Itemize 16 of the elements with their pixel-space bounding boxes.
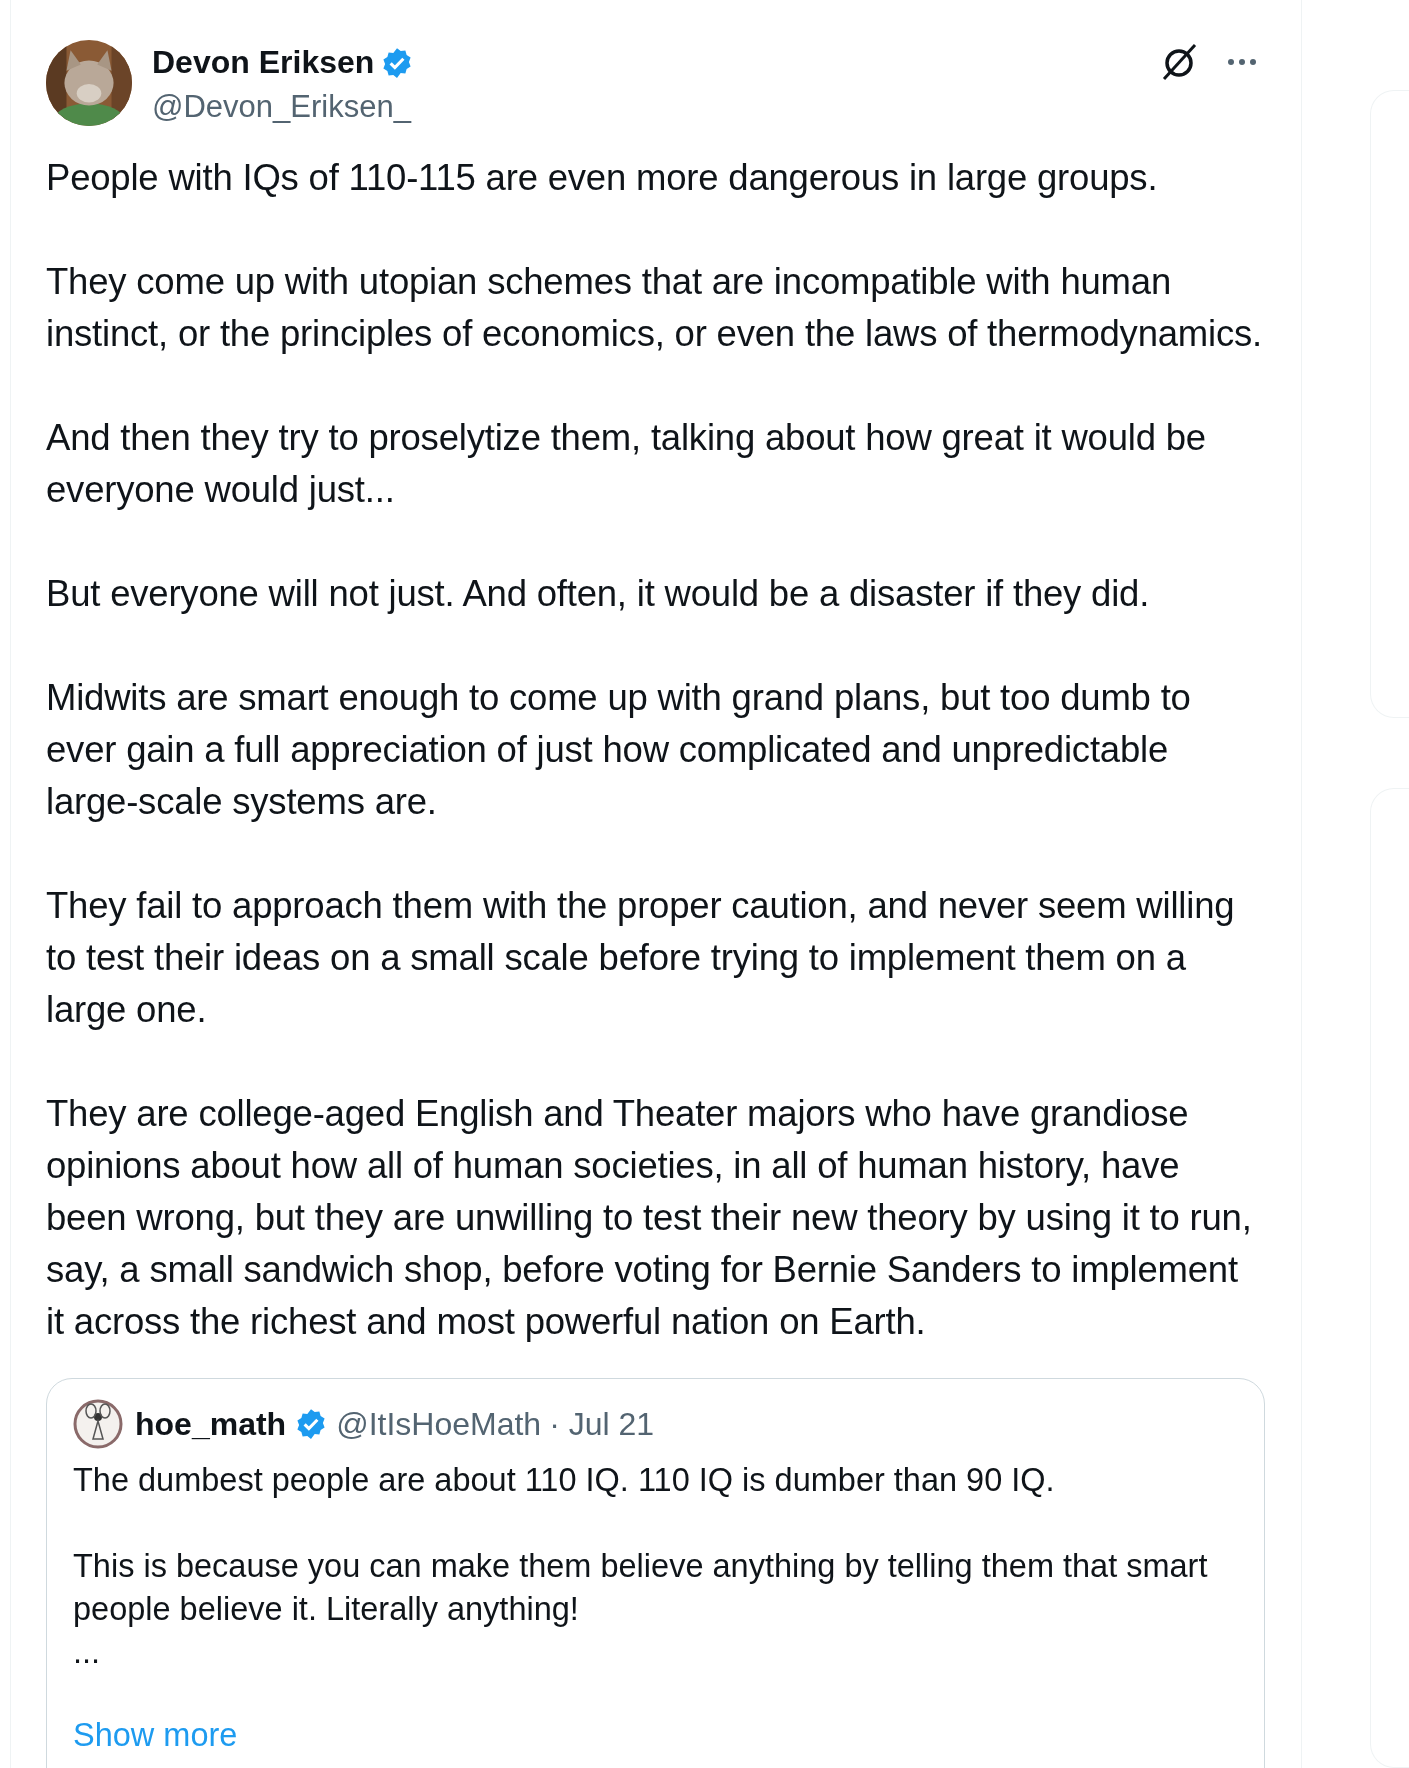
tweet-paragraph: But everyone will not just. And often, it would be a disaster if they did. bbox=[46, 572, 1151, 616]
tweet-paragraph: Midwits are smart enough to come up with grand plans, but too dumb to ever gain a full appreciation of just how complicated and unpredictable large-scale systems are. bbox=[46, 676, 1192, 824]
quoted-paragraph: This is because you can make them believe anything by telling them that smart people believe it. Literally anything! bbox=[73, 1547, 1209, 1629]
more-icon[interactable] bbox=[1227, 58, 1257, 66]
tweet-paragraph: And then they try to proselytize them, talking about how great it would be everyone would just... bbox=[46, 416, 1207, 512]
quoted-author-handle: @ItIsHoeMath bbox=[336, 1405, 542, 1443]
tweet-paragraph: People with IQs of 110-115 are even more dangerous in large groups. bbox=[46, 156, 1159, 200]
quoted-paragraph: The dumbest people are about 110 IQ. 110 IQ is dumber than 90 IQ. bbox=[73, 1461, 1056, 1500]
author-handle[interactable]: @Devon_Eriksen_ bbox=[152, 89, 415, 125]
quoted-paragraph: ... bbox=[73, 1633, 102, 1672]
author-name[interactable]: Devon Eriksen bbox=[152, 44, 375, 81]
quoted-date: · Jul 21 bbox=[549, 1405, 655, 1443]
tweet-paragraph: They come up with utopian schemes that are incompatible with human instinct, or the principles of economics, or even the laws of thermodynamics. bbox=[46, 260, 1263, 356]
quoted-author-name: hoe_math bbox=[135, 1405, 287, 1443]
tweet-paragraph: They are college-aged English and Theater majors who have grandiose opinions about how all of human societies, in all of human history, have been wrong, but they are unwilling to test their new theory by using it to run, say, a small sandwich shop, before voting for Bernie Sanders to implement it across the richest and most powerful nation on Earth. bbox=[46, 1092, 1253, 1344]
tweet-paragraph: They fail to approach them with the proper caution, and never seem willing to test their ideas on a small scale before trying to implement them on a large one. bbox=[46, 884, 1236, 1032]
